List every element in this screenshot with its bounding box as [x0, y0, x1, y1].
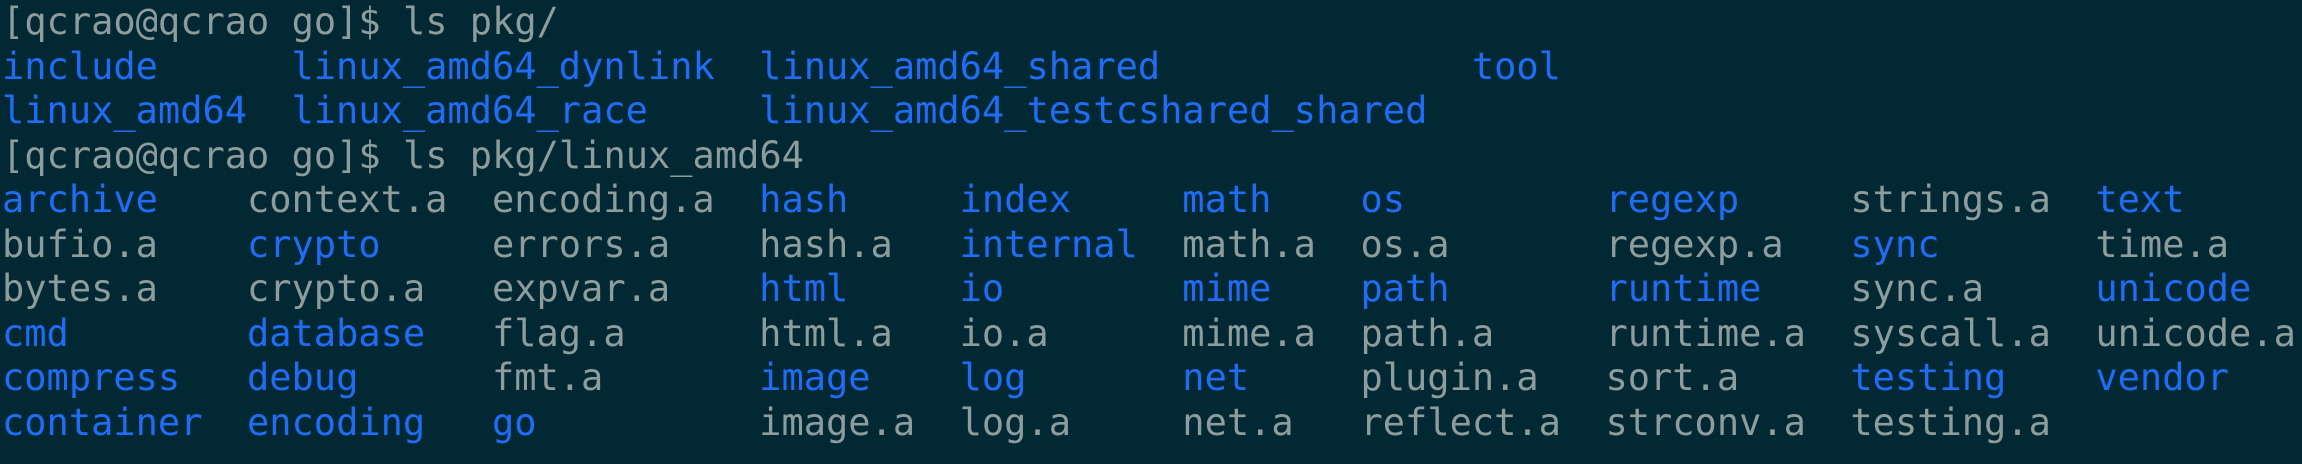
file-entry: path.a [1360, 311, 1495, 355]
directory-entry: include [2, 44, 158, 88]
file-entry: sync.a [1850, 267, 1985, 310]
file-entry: mime.a [1182, 311, 1316, 355]
directory-entry: encoding [246, 400, 426, 444]
directory-entry: io [959, 267, 1005, 310]
file-entry: strings.a [1850, 178, 2051, 221]
directory-entry: runtime [1605, 267, 1762, 310]
directory-entry: compress [2, 356, 181, 399]
directory-entry: container [2, 400, 203, 444]
directory-entry: math [1182, 178, 1272, 221]
file-entry: image.a [759, 400, 916, 444]
directory-entry: text [2095, 178, 2185, 221]
directory-entry: internal [959, 222, 1138, 266]
directory-entry: path [1360, 267, 1450, 310]
file-entry: bytes.a [2, 267, 158, 310]
listing-row: bufio.a crypto errors.a hash.a internal math.… [2, 223, 2302, 268]
file-entry: flag.a [491, 311, 626, 355]
directory-entry: linux_amd64_testcshared_shared [759, 89, 1428, 132]
listing-row: compress debug fmt.a image log net plugin.a sor… [2, 356, 2302, 401]
file-entry: math.a [1182, 222, 1316, 266]
directory-entry: archive [2, 178, 158, 221]
file-entry: html.a [759, 311, 893, 355]
directory-entry: database [246, 311, 426, 355]
directory-entry: hash [759, 178, 849, 221]
directory-entry: image [759, 356, 871, 399]
listing-row: archive context.a encoding.a hash index math o… [2, 178, 2302, 223]
directory-entry: testing [1850, 356, 2007, 399]
directory-entry: go [491, 400, 537, 444]
directory-entry: linux_amd64_dynlink [291, 44, 715, 88]
directory-entry: debug [246, 356, 359, 399]
listing-row: include linux_amd64_dynlink linux_amd64_sh… [2, 45, 2302, 90]
file-entry: regexp.a [1605, 222, 1784, 266]
file-entry: hash.a [759, 222, 893, 266]
file-entry: io.a [959, 311, 1049, 355]
file-entry: expvar.a [491, 267, 671, 310]
listing-row: linux_amd64 linux_amd64_race linux_amd64_t… [2, 89, 2302, 134]
file-entry: context.a [246, 178, 448, 221]
file-entry: reflect.a [1360, 400, 1561, 444]
terminal-output[interactable]: [qcrao@qcrao go]$ ls pkg/include linux_am… [0, 0, 2302, 464]
shell-prompt-line: [qcrao@qcrao go]$ ls pkg/ [2, 0, 559, 43]
file-entry: log.a [959, 400, 1071, 444]
listing-row: cmd database flag.a html.a io.a mime.a path.a r… [2, 312, 2302, 357]
file-entry: sort.a [1605, 356, 1740, 399]
file-entry: crypto.a [246, 267, 426, 310]
file-entry: bufio.a [2, 222, 158, 266]
file-entry: net.a [1182, 400, 1294, 444]
directory-entry: unicode [2095, 267, 2252, 310]
file-entry: unicode.a [2095, 311, 2296, 355]
directory-entry: log [959, 356, 1027, 399]
directory-entry: os [1360, 178, 1406, 221]
directory-entry: linux_amd64_race [291, 89, 648, 132]
file-entry: strconv.a [1605, 400, 1806, 444]
directory-entry: regexp [1605, 178, 1740, 221]
file-entry: os.a [1360, 222, 1450, 266]
directory-entry: cmd [2, 311, 69, 355]
directory-entry: net [1182, 356, 1250, 399]
file-entry: syscall.a [1850, 311, 2051, 355]
file-entry: fmt.a [491, 356, 604, 399]
directory-entry: tool [1471, 44, 1561, 88]
directory-entry: mime [1182, 267, 1272, 310]
file-entry: runtime.a [1605, 311, 1806, 355]
directory-entry: vendor [2095, 356, 2230, 399]
file-entry: time.a [2095, 222, 2230, 266]
shell-prompt-line: [qcrao@qcrao go]$ ls pkg/linux_amd64 [2, 133, 804, 177]
directory-entry: sync [1850, 222, 1940, 266]
file-entry: testing.a [1850, 400, 2051, 444]
directory-entry: crypto [246, 222, 381, 266]
directory-entry: index [959, 178, 1071, 221]
directory-entry: linux_amd64_shared [759, 44, 1161, 88]
directory-entry: linux_amd64 [2, 89, 248, 132]
file-entry: errors.a [491, 222, 671, 266]
listing-row: container encoding go image.a log.a net.a refl… [2, 401, 2302, 446]
file-entry: encoding.a [491, 178, 715, 221]
listing-row: bytes.a crypto.a expvar.a html io mime path run… [2, 267, 2302, 312]
directory-entry: html [759, 267, 849, 310]
file-entry: plugin.a [1360, 356, 1539, 399]
